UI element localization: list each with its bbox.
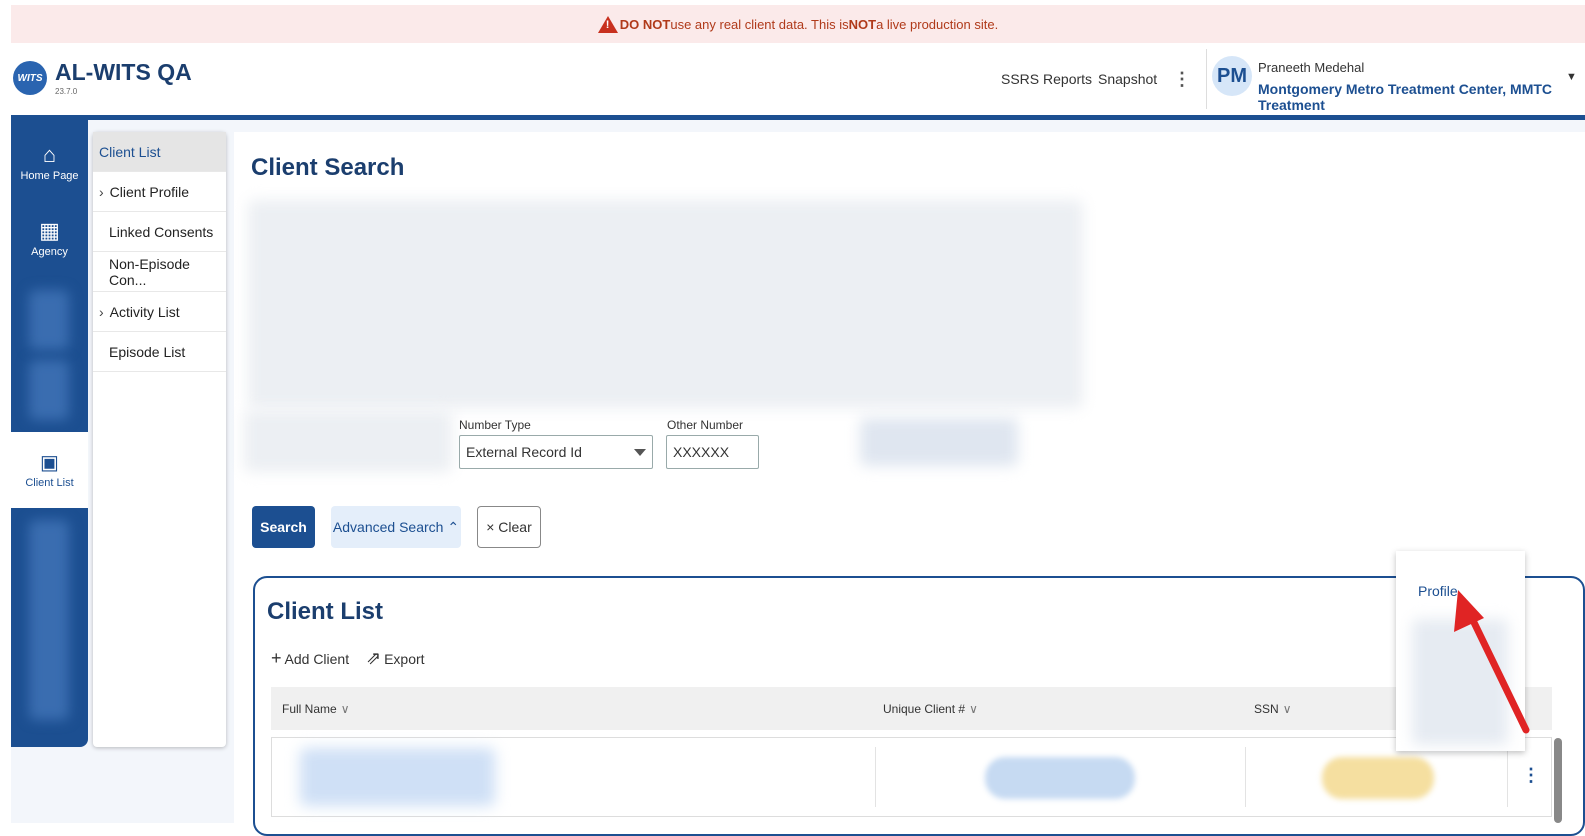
rail-item-home[interactable]: ⌂ Home Page [11, 142, 88, 182]
warning-banner: DO NOT use any real client data. This is… [11, 5, 1585, 43]
client-list-title: Client List [267, 598, 384, 625]
redacted-ssn [1322, 757, 1434, 799]
subnav-label: Client Profile [109, 183, 190, 200]
avatar[interactable]: PM [1212, 56, 1252, 96]
subnav-item-episode-list[interactable]: Episode List [93, 332, 226, 372]
plus-icon: + [271, 648, 282, 668]
column-ssn[interactable]: SSN ∨ [1254, 702, 1291, 716]
rail-blurred-item [29, 360, 69, 420]
redacted-client-number [985, 757, 1135, 799]
add-client-label: Add Client [284, 650, 350, 667]
chevron-right-icon: › [99, 183, 104, 200]
subnav-item-client-profile[interactable]: › Client Profile [93, 172, 226, 212]
chevron-right-icon: › [99, 303, 104, 320]
number-type-select[interactable]: External Record Id [459, 435, 653, 469]
rail-label-client-list: Client List [25, 477, 74, 489]
column-label: SSN [1254, 702, 1279, 716]
subnav-label: Activity List [109, 303, 180, 320]
banner-text-not: NOT [848, 16, 877, 32]
subnav-label: Non-Episode Con... [109, 255, 190, 288]
subnav-item-client-list[interactable]: Client List [93, 132, 226, 172]
chevron-down-icon: ∨ [340, 702, 350, 716]
chevron-down-icon [634, 449, 646, 456]
other-number-input[interactable]: XXXXXX [666, 435, 759, 469]
ssrs-reports-link[interactable]: SSRS Reports [1001, 71, 1092, 87]
number-type-label: Number Type [459, 418, 531, 432]
page-title: Client Search [251, 154, 405, 181]
annotation-arrow [1454, 590, 1530, 734]
cell-divider [875, 747, 876, 807]
export-button[interactable]: ⇗ Export [366, 648, 425, 669]
subnav-label: Linked Consents [109, 223, 214, 240]
number-type-value: External Record Id [466, 444, 582, 460]
add-client-button[interactable]: + Add Client [271, 648, 349, 669]
app-version: 23.7.0 [55, 87, 78, 96]
rail-item-agency[interactable]: ▦ Agency [11, 218, 88, 258]
subnav-item-activity-list[interactable]: › Activity List [93, 292, 226, 332]
chevron-down-icon: ∨ [1282, 702, 1292, 716]
cell-divider [1507, 747, 1508, 807]
search-button[interactable]: Search [252, 506, 315, 548]
redacted-field [244, 410, 452, 472]
user-name: Praneeth Medehal [1258, 60, 1365, 75]
export-label: Export [384, 650, 425, 667]
more-options-icon[interactable]: ⋮ [1173, 69, 1191, 90]
snapshot-link[interactable]: Snapshot [1098, 71, 1157, 87]
app-title: AL-WITS QA [55, 59, 192, 85]
chevron-down-icon: ∨ [969, 702, 978, 716]
agency-icon: ▦ [39, 218, 60, 243]
rail-blurred-item [29, 290, 69, 350]
warning-icon [597, 15, 618, 33]
clear-button[interactable]: × Clear [477, 506, 541, 548]
user-org[interactable]: Montgomery Metro Treatment Center, MMTC … [1258, 81, 1585, 113]
client-list-icon: ▣ [40, 452, 59, 474]
rail-item-client-list[interactable]: ▣ Client List [11, 432, 88, 508]
advanced-search-button[interactable]: Advanced Search ⌃ [331, 506, 461, 548]
banner-text-tail: a live production site. [876, 16, 999, 32]
wits-logo[interactable]: WITS [13, 61, 47, 95]
row-actions-kebab-icon[interactable]: ⋮ [1522, 765, 1540, 786]
app-header: WITS AL-WITS QA 23.7.0 SSRS Reports Snap… [11, 43, 1585, 115]
user-menu-chevron-icon[interactable]: ▼ [1566, 71, 1577, 83]
subnav-item-linked-consents[interactable]: Linked Consents [93, 212, 226, 252]
sub-navigation: Client List › Client Profile Linked Conse… [93, 132, 226, 747]
column-unique-client[interactable]: Unique Client # ∨ [883, 702, 978, 716]
other-number-label: Other Number [667, 418, 744, 432]
column-label: Full Name [282, 702, 337, 716]
column-full-name[interactable]: Full Name ∨ [282, 702, 349, 716]
column-label: Unique Client # [883, 702, 966, 716]
table-scrollbar[interactable] [1554, 738, 1562, 823]
export-icon: ⇗ [366, 648, 382, 668]
redacted-search-fields [248, 200, 1083, 408]
home-icon: ⌂ [42, 142, 57, 167]
subnav-label: Client List [99, 143, 161, 160]
cell-divider [1245, 747, 1246, 807]
redacted-full-name [300, 748, 495, 806]
subnav-label: Episode List [109, 343, 186, 360]
header-divider [1206, 49, 1207, 109]
rail-label-agency: Agency [31, 246, 68, 258]
redacted-field [860, 418, 1018, 466]
banner-text: use any real client data. This is [670, 16, 849, 32]
rail-label-home: Home Page [20, 170, 79, 182]
rail-blurred-item [29, 520, 69, 720]
banner-text-do-not: DO NOT [619, 16, 671, 32]
table-header: Full Name ∨ Unique Client # ∨ SSN ∨ [271, 687, 1552, 730]
subnav-item-non-episode[interactable]: Non-Episode Con... [93, 252, 226, 292]
